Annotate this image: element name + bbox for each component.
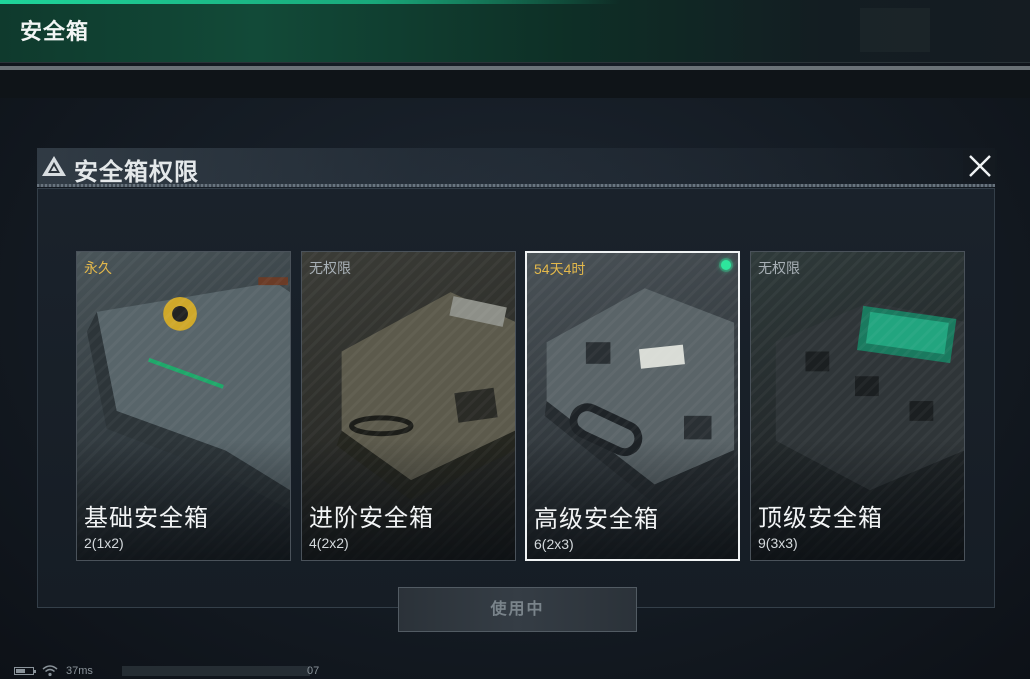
top-header: 安全箱 — [0, 0, 1030, 63]
card-name: 顶级安全箱 — [758, 505, 883, 532]
wifi-icon — [42, 665, 58, 677]
header-shadow-band — [0, 70, 1030, 98]
card-status: 永久 — [84, 260, 112, 276]
in-use-button[interactable]: 使用中 — [398, 587, 637, 632]
dialog-header: 安全箱权限 — [37, 148, 997, 187]
card-capacity: 9(3x3) — [758, 535, 798, 551]
ping-readout: 37ms — [66, 665, 93, 677]
close-button[interactable] — [963, 150, 997, 182]
header-accent-line — [0, 0, 620, 4]
card-capacity: 2(1x2) — [84, 535, 124, 551]
header-decoration — [860, 8, 930, 52]
active-dot-icon — [721, 260, 731, 270]
safe-box-card-top[interactable]: 无权限 顶级安全箱 9(3x3) — [750, 251, 965, 561]
card-name: 高级安全箱 — [534, 506, 659, 533]
card-name: 基础安全箱 — [84, 505, 209, 532]
card-capacity: 6(2x3) — [534, 536, 574, 552]
page-title: 安全箱 — [20, 19, 90, 44]
dialog-title: 安全箱权限 — [74, 159, 199, 186]
card-status: 无权限 — [758, 260, 800, 276]
system-status-bar: 37ms 07 — [0, 662, 1030, 679]
blurred-info — [122, 666, 310, 676]
card-status: 54天4时 — [534, 261, 586, 277]
warning-triangle-icon — [42, 156, 66, 176]
battery-icon — [14, 667, 36, 675]
safe-box-card-advanced[interactable]: 无权限 进阶安全箱 4(2x2) — [301, 251, 516, 561]
safe-box-screen: 安全箱 安全箱权限 永久 基础安全箱 2(1x2) 无权限 进阶安全箱 4(2x… — [0, 0, 1030, 679]
card-name: 进阶安全箱 — [309, 505, 434, 532]
safe-box-permissions-dialog: 安全箱权限 永久 基础安全箱 2(1x2) 无权限 进阶安全箱 4(2x2) 5… — [37, 148, 997, 632]
card-capacity: 4(2x2) — [309, 535, 349, 551]
dialog-body: 永久 基础安全箱 2(1x2) 无权限 进阶安全箱 4(2x2) 54天4时 高… — [37, 188, 995, 632]
safe-box-card-basic[interactable]: 永久 基础安全箱 2(1x2) — [76, 251, 291, 561]
status-tail-text: 07 — [307, 665, 320, 677]
card-status: 无权限 — [309, 260, 351, 276]
safe-box-card-premium[interactable]: 54天4时 高级安全箱 6(2x3) — [525, 251, 740, 561]
